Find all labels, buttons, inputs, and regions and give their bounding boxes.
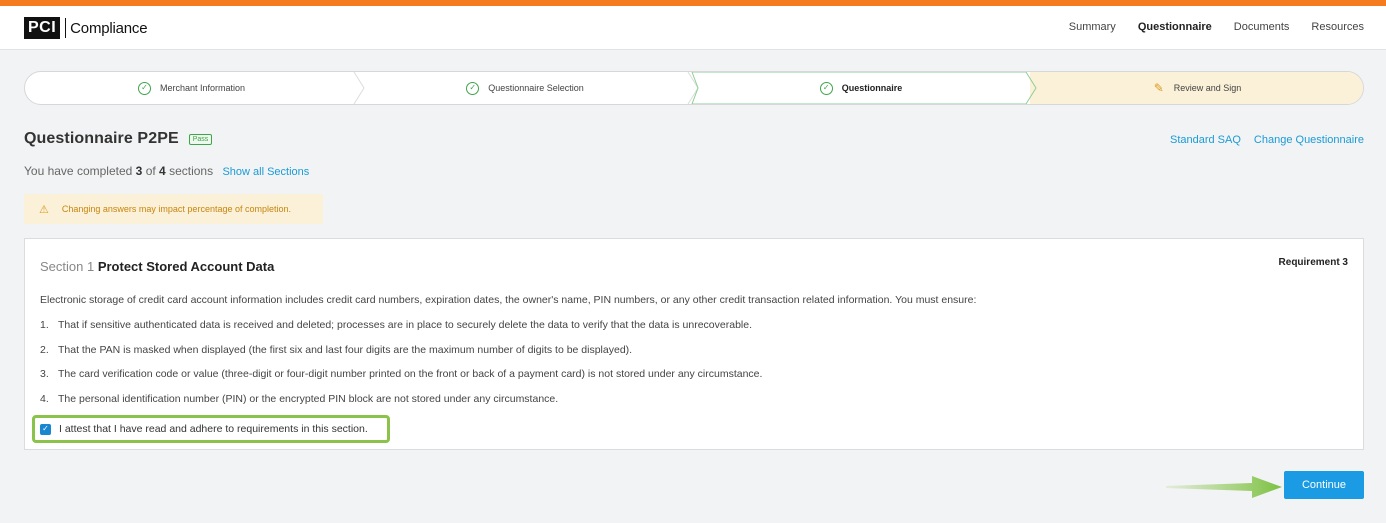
list-item-number: 1. — [40, 319, 49, 331]
requirement-label: Requirement 3 — [1278, 257, 1348, 268]
progress-prefix: You have completed — [24, 164, 133, 178]
warning-banner: ⚠ Changing answers may impact percentage… — [24, 194, 323, 224]
continue-pointer-arrow-icon — [1166, 476, 1282, 498]
warning-triangle-icon: ⚠ — [39, 203, 49, 216]
list-item-number: 2. — [40, 343, 49, 356]
list-item: 2. That the PAN is masked when displayed… — [40, 344, 762, 369]
section-heading: Section 1 Protect Stored Account Data — [40, 259, 274, 274]
list-item-number: 4. — [40, 392, 49, 405]
list-item-text: That the PAN is masked when displayed (t… — [58, 343, 633, 356]
logo-text: Compliance — [70, 19, 148, 37]
nav-summary[interactable]: Summary — [1069, 21, 1116, 33]
requirement-list: 1. That if sensitive authenticated data … — [40, 319, 762, 417]
section-card: Section 1 Protect Stored Account Data Re… — [24, 238, 1364, 450]
standard-saq-link[interactable]: Standard SAQ — [1170, 134, 1241, 146]
attest-label: I attest that I have read and adhere to … — [59, 423, 368, 435]
section-intro: Electronic storage of credit card accoun… — [40, 294, 977, 306]
completion-summary: You have completed 3 of 4 sections Show … — [24, 164, 309, 178]
stepper-chevrons — [353, 72, 1037, 104]
logo[interactable]: PCI Compliance — [24, 17, 148, 39]
top-nav: Summary Questionnaire Documents Resource… — [1069, 21, 1364, 33]
list-item: 4. The personal identification number (P… — [40, 393, 762, 418]
nav-documents[interactable]: Documents — [1234, 21, 1290, 33]
progress-total: 4 — [159, 164, 166, 178]
warning-text: Changing answers may impact percentage o… — [61, 204, 291, 214]
progress-completed: 3 — [135, 164, 143, 178]
list-item-text: That if sensitive authenticated data is … — [58, 319, 752, 331]
nav-questionnaire[interactable]: Questionnaire — [1138, 21, 1212, 33]
continue-button[interactable]: Continue — [1284, 471, 1364, 499]
show-all-sections-link[interactable]: Show all Sections — [222, 166, 309, 178]
list-item: 1. That if sensitive authenticated data … — [40, 319, 762, 344]
list-item: 3. The card verification code or value (… — [40, 368, 762, 393]
progress-stepper: ✓ Merchant Information ✓ Questionnaire S… — [24, 71, 1364, 105]
attest-checkbox[interactable]: ✓ — [40, 423, 51, 435]
progress-of: of — [145, 164, 156, 178]
list-item-number: 3. — [40, 368, 49, 380]
page-title: Questionnaire P2PE — [24, 130, 179, 147]
page-header: Questionnaire P2PE Pass — [24, 130, 213, 148]
attest-checkbox-row[interactable]: ✓ I attest that I have read and adhere t… — [32, 415, 390, 443]
section-number: Section 1 — [40, 259, 95, 274]
list-item-text: The personal identification number (PIN)… — [58, 392, 559, 405]
app-header: PCI Compliance Summary Questionnaire Doc… — [0, 6, 1386, 50]
section-title: Protect Stored Account Data — [97, 259, 275, 274]
change-questionnaire-link[interactable]: Change Questionnaire — [1254, 134, 1364, 146]
progress-suffix: sections — [169, 164, 214, 178]
nav-resources[interactable]: Resources — [1311, 21, 1364, 33]
questionnaire-links: Standard SAQ Change Questionnaire — [1170, 134, 1364, 146]
list-item-text: The card verification code or value (thr… — [58, 368, 763, 380]
logo-mark: PCI — [24, 17, 61, 39]
logo-divider — [65, 18, 67, 38]
status-badge: Pass — [188, 133, 213, 145]
